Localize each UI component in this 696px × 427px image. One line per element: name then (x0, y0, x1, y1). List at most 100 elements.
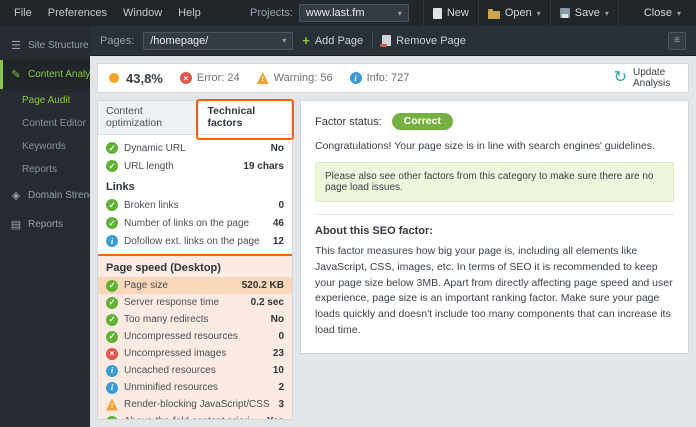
info-icon: i (349, 72, 362, 84)
factor-label: Server response time (124, 297, 220, 308)
divider (315, 214, 674, 215)
factor-list: ✓ Dynamic URL No ✓ URL length 19 chars Links ✓ B… (98, 135, 292, 419)
chevron-down-icon: ▾ (282, 36, 287, 45)
info-icon: i (106, 364, 118, 377)
factor-tabs: Content optimization Technical factors (98, 99, 294, 140)
panel-toggle-icon[interactable]: ≡ (668, 31, 686, 50)
info-icon: i (106, 235, 118, 247)
chevron-down-icon: ▾ (536, 8, 541, 18)
check-icon: ✓ (106, 142, 118, 154)
sidebar-subitem-keywords[interactable]: Keywords (0, 135, 90, 158)
factor-value: Yes (267, 416, 284, 419)
analysis-status-bar: 43,8% × Error: 24! Warning: 56 i Info: 727 ↻… (97, 63, 689, 93)
factor-label: Page size (124, 280, 168, 291)
factor-row-dofollow-ext-links-on-the-page[interactable]: i Dofollow ext. links on the page 12 (98, 232, 292, 250)
plus-icon: + (302, 33, 310, 48)
menu-window[interactable]: Window (115, 7, 170, 19)
project-select[interactable]: www.last.fm ▾ (298, 4, 409, 22)
tab-content-optimization[interactable]: Content optimization (98, 101, 200, 134)
close-button[interactable]: Close ▾ (617, 0, 690, 26)
panels: Content optimization Technical factors ✓ D… (97, 99, 689, 420)
refresh-icon: ↻ (613, 69, 627, 86)
sidebar-subitem-page-audit[interactable]: Page Audit (0, 89, 90, 112)
factor-value: No (270, 142, 284, 154)
factor-row-unminified-resources[interactable]: i Unminified resources 2 (98, 379, 292, 396)
note-box: Please also see other factors from this … (315, 162, 674, 202)
factor-group: ✓ Dynamic URL No ✓ URL length 19 chars (98, 139, 292, 175)
factor-status-label: Factor status: (315, 115, 382, 128)
factor-value: 46 (272, 217, 284, 229)
factor-row-broken-links[interactable]: ✓ Broken links 0 (98, 196, 292, 214)
menubar-menus: File Preferences Window Help (6, 7, 209, 19)
tab-technical-factors[interactable]: Technical factors (196, 99, 294, 140)
factor-row-number-of-links-on-the-page[interactable]: ✓ Number of links on the page 46 (98, 214, 292, 232)
check-icon: ✓ (106, 199, 118, 211)
button-label: Open (504, 7, 532, 19)
menu-preferences[interactable]: Preferences (40, 7, 115, 19)
factor-row-server-response-time[interactable]: ✓ Server response time 0.2 sec (98, 294, 292, 311)
warning-icon: ! (106, 398, 118, 411)
factor-row-render-blocking-javascript-css[interactable]: ! Render-blocking JavaScript/CSS 3 (98, 396, 292, 413)
projects-area: Projects: www.last.fm ▾ New Open ▾ Save ▾ Clo… (250, 0, 690, 26)
chevron-down-icon: ▾ (397, 8, 402, 18)
menu-help[interactable]: Help (170, 7, 209, 19)
factor-group-title: Page speed (Desktop) (106, 262, 221, 274)
factor-row-url-length[interactable]: ✓ URL length 19 chars (98, 157, 292, 175)
factor-label: Uncompressed resources (124, 331, 238, 342)
open-button[interactable]: Open ▾ (477, 0, 550, 26)
factor-label: Render-blocking JavaScript/CSS (124, 399, 270, 410)
remove-page-button[interactable]: Remove Page (380, 34, 466, 47)
add-page-button[interactable]: + Add Page (302, 34, 363, 47)
warning-icon: ! (256, 72, 269, 84)
factor-label: URL length (124, 160, 174, 172)
project-select-value: www.last.fm (305, 7, 365, 19)
factor-row-dynamic-url[interactable]: ✓ Dynamic URL No (98, 139, 292, 157)
update-analysis-button[interactable]: ↻ Update Analysis (614, 67, 677, 90)
update-analysis-label: Update Analysis (633, 66, 671, 90)
factor-detail-panel: Factor status: Correct Congratulations! … (300, 100, 689, 354)
menubar: File Preferences Window Help Projects: www.… (0, 0, 696, 26)
factor-row-page-size[interactable]: ✓ Page size 520.2 KB (98, 277, 292, 294)
factor-value: No (270, 314, 284, 325)
new-button[interactable]: New (422, 0, 478, 26)
app-window: File Preferences Window Help Projects: www.… (0, 0, 696, 427)
page-select-value: /homepage/ (150, 34, 209, 47)
sidebar: ☰ Site Structure ✎ Content Analysis Page Aud… (0, 26, 103, 427)
factor-label: Too many redirects (124, 314, 209, 325)
factor-row-too-many-redirects[interactable]: ✓ Too many redirects No (98, 311, 292, 328)
sidebar-item-domain-strength[interactable]: ◈ Domain Strength (0, 181, 103, 210)
score-value: 43,8% (126, 70, 163, 86)
factor-label: Uncached resources (124, 365, 216, 376)
check-icon: ✓ (106, 279, 118, 292)
button-label: New (446, 7, 469, 19)
factor-row-above-the-fold-content-prioritized[interactable]: ✓ Above-the-fold content prioritized Yes (98, 413, 292, 419)
factor-row-uncompressed-resources[interactable]: ✓ Uncompressed resources 0 (98, 328, 292, 345)
status-stat-label: Warning: 56 (273, 72, 333, 84)
factor-group-title: Links (106, 181, 135, 193)
optimization-score: 43,8% (109, 71, 163, 86)
factor-row-uncompressed-images[interactable]: × Uncompressed images 23 (98, 345, 292, 362)
remove-page-label: Remove Page (396, 34, 466, 47)
tab-label: Content optimization (106, 105, 163, 129)
sidebar-subitem-content-editor[interactable]: Content Editor (0, 112, 90, 135)
factor-label: Unminified resources (124, 382, 218, 393)
factor-value: 19 chars (243, 160, 284, 172)
factor-label: Dofollow ext. links on the page (124, 235, 260, 247)
button-label: Close (643, 7, 672, 19)
factor-value: 23 (272, 348, 284, 359)
check-icon: ✓ (106, 330, 118, 343)
main-area: Pages: /homepage/ ▾ + Add Page Remove Pa… (90, 26, 696, 427)
sidebar-item-reports[interactable]: ▤ Reports (0, 210, 90, 239)
factor-row-uncached-resources[interactable]: i Uncached resources 10 (98, 362, 292, 379)
menu-file[interactable]: File (6, 7, 40, 19)
error-icon: × (179, 72, 192, 84)
save-button[interactable]: Save ▾ (549, 0, 618, 26)
factor-label: Broken links (124, 199, 179, 211)
sidebar-subitem-reports[interactable]: Reports (0, 158, 90, 181)
page-select[interactable]: /homepage/ ▾ (143, 31, 294, 50)
factor-status-row: Factor status: Correct (315, 113, 674, 130)
button-label: Save (574, 7, 600, 19)
sidebar-item-content-analysis[interactable]: ✎ Content Analysis (0, 60, 103, 89)
check-icon: ✓ (106, 296, 118, 309)
sidebar-item-site-structure[interactable]: ☰ Site Structure (0, 31, 90, 60)
